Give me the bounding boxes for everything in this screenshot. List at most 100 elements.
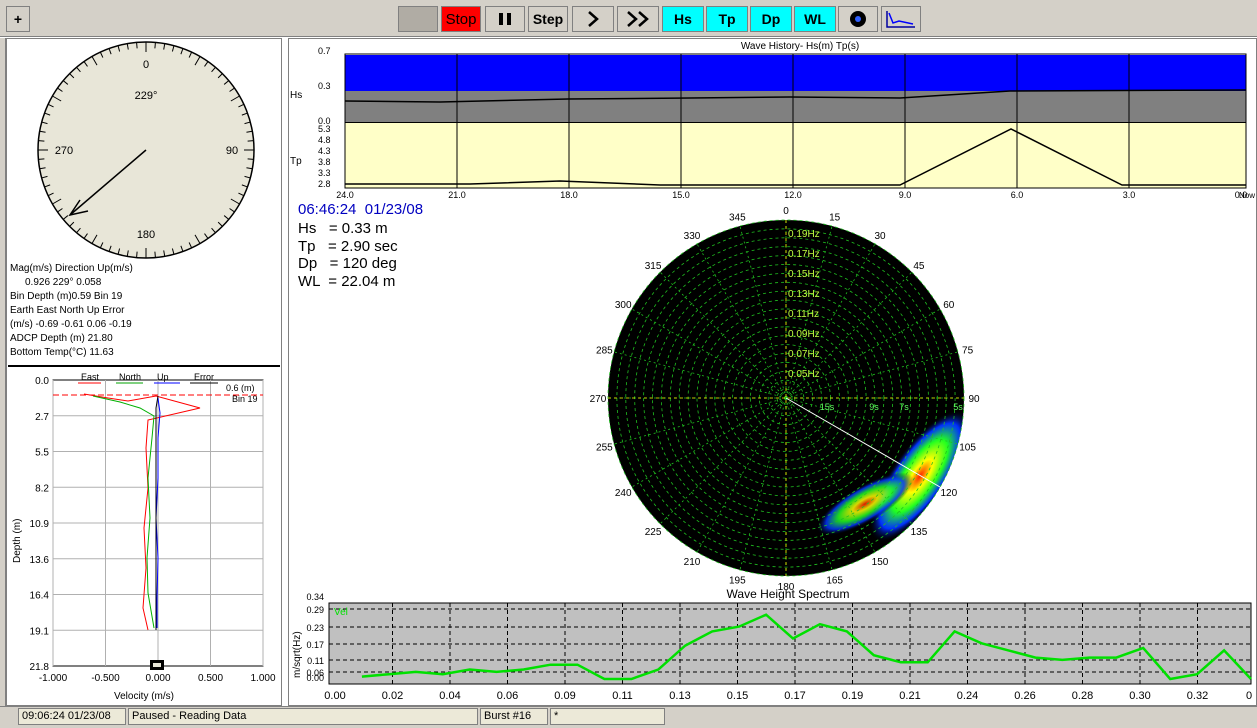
spectrum-x-tick: 0.19 [842,690,863,702]
polar-angle-label: 210 [684,557,701,568]
legend-error: Error [194,372,214,382]
spectrum-view-button[interactable] [881,6,921,32]
polar-angle-label: 165 [826,576,843,587]
spectrum-title: Wave Height Spectrum [727,587,850,601]
profile-y-tick: 0.0 [35,376,49,387]
tp-button[interactable]: Tp [706,6,748,32]
spectrum-x-tick: 0.06 [497,690,518,702]
polar-angle-label: 105 [959,443,976,454]
polar-freq-label: 0.09Hz [788,329,820,340]
spectrum-y-tick: 0.17 [306,640,324,650]
spectrum-x-tick: 0.04 [439,690,460,702]
polar-freq-label: 0.17Hz [788,249,820,260]
wl-button[interactable]: WL [794,6,836,32]
spectrum-x-tick: 0.11 [612,690,633,702]
profile-x-tick: -1.000 [39,673,68,684]
status-burst: Burst #16 [480,708,548,725]
spectrum-plot-area [328,602,1252,685]
polar-angle-label: 240 [615,488,632,499]
wave-history-title: Wave History- Hs(m) Tp(s) [741,41,859,52]
current-info-row-1: Mag(m/s) Direction Up(m/s) [10,263,133,274]
toolbar: + Stop Step Hs Tp Dp WL [0,0,1257,37]
spectrum-ylabel: m/sqrt(Hz) [292,631,303,678]
history-x-tick: 12.0 [784,190,802,200]
adcp-instrument-icon [150,660,164,670]
forward-button[interactable] [572,6,614,32]
history-x-tick: 6.0 [1011,190,1024,200]
marker-bin: Bin 19 [232,394,258,404]
spectrum-chart-icon [886,11,915,28]
legend-up: Up [157,372,169,382]
hs-button[interactable]: Hs [662,6,704,32]
spectrum-y-tick: 0.34 [306,592,324,602]
tp-tick: 3.8 [318,157,331,167]
history-x-tick: 3.0 [1123,190,1136,200]
profile-y-tick: 16.4 [30,591,50,602]
polar-angle-label: 135 [911,527,928,538]
legend-north: North [119,372,141,382]
history-x-tick: 21.0 [448,190,466,200]
compass-heading: 229° [135,90,158,102]
polar-angle-label: 195 [729,576,746,587]
left-edge-strip [0,38,6,706]
compass-label-west: 270 [55,145,73,157]
double-chevron-right-icon [627,11,649,27]
spectrum-y-tick: 0.23 [306,623,324,633]
polar-angle-label: 345 [729,212,746,223]
readout-timestamp: 06:46:24 01/23/08 [298,201,424,218]
add-button[interactable]: + [6,6,30,32]
fast-forward-button[interactable] [617,6,659,32]
compass-tick [38,158,45,160]
dp-button[interactable]: Dp [750,6,792,32]
polar-angle-label: 255 [596,443,613,454]
tp-axis-label: Tp [290,156,302,167]
current-info-row-5: (m/s) -0.69 -0.61 0.06 -0.19 [10,319,132,330]
spectrum-x-tick: 0.32 [1187,690,1208,702]
velocity-profile-chart: 0.0 2.7 5.5 8.2 10.9 13.6 16.4 19.1 21.8-1.000 -0… [12,372,276,702]
blank-button[interactable] [398,6,438,32]
polar-freq-label: 0.15Hz [788,269,820,280]
wave-history-chart: Wave History- Hs(m) Tp(s) 24.0 21.0 18.0 15… [290,41,1255,200]
polar-angle-label: 300 [615,300,632,311]
history-x-tick: 9.0 [899,190,912,200]
stop-button[interactable]: Stop [441,6,481,32]
current-info-row-4: Earth East North Up Error [10,305,125,316]
current-direction-compass: 0 90 180 270 229° [37,41,255,259]
profile-y-tick: 8.2 [35,483,49,494]
marker-depth: 0.6 (m) [226,383,255,393]
current-info-row-2: 0.926 229° 0.058 [25,277,102,288]
spectrum-x-tick: 0.15 [727,690,748,702]
step-button[interactable]: Step [528,6,568,32]
compass-label-north: 0 [143,59,149,71]
pause-button[interactable] [485,6,525,32]
readout-dp: Dp = 120 deg [298,255,397,272]
polar-angle-label: 330 [684,231,701,242]
profile-x-tick: 0.500 [198,673,223,684]
spectrum-x-tick: 0.26 [1014,690,1035,702]
polar-freq-label: 0.05Hz [788,369,820,380]
pause-icon-bar [507,13,511,25]
polar-freq-label: 0.07Hz [788,349,820,360]
profile-y-tick: 2.7 [35,412,49,423]
profile-y-tick: 19.1 [30,626,50,637]
profile-xlabel: Velocity (m/s) [114,691,174,702]
readout-wl: WL = 22.04 m [298,273,396,290]
polar-angle-label: 150 [872,557,889,568]
compass-tick [38,140,45,142]
polar-angle-label: 15 [829,212,841,223]
polar-view-button[interactable] [838,6,878,32]
profile-x-tick: 1.000 [250,673,275,684]
status-time: 09:06:24 01/23/08 [18,708,126,725]
status-extra: * [550,708,665,725]
spectrum-x-tick: 0.24 [957,690,978,702]
polar-period-label: 7s [899,402,909,412]
polar-period-label: 15s [820,402,835,412]
spectrum-x-tick: 0 [1246,690,1252,702]
polar-angle-label: 75 [962,345,974,356]
legend-east: East [81,372,100,382]
compass-tick [136,251,138,258]
hs-band-gray [345,91,1246,122]
history-x-tick: 24.0 [336,190,354,200]
wave-height-spectrum-chart: Wave Height Spectrum 0.34 0.29 0.23 0.17 0.1… [292,587,1252,702]
tp-tick: 4.3 [318,146,331,156]
